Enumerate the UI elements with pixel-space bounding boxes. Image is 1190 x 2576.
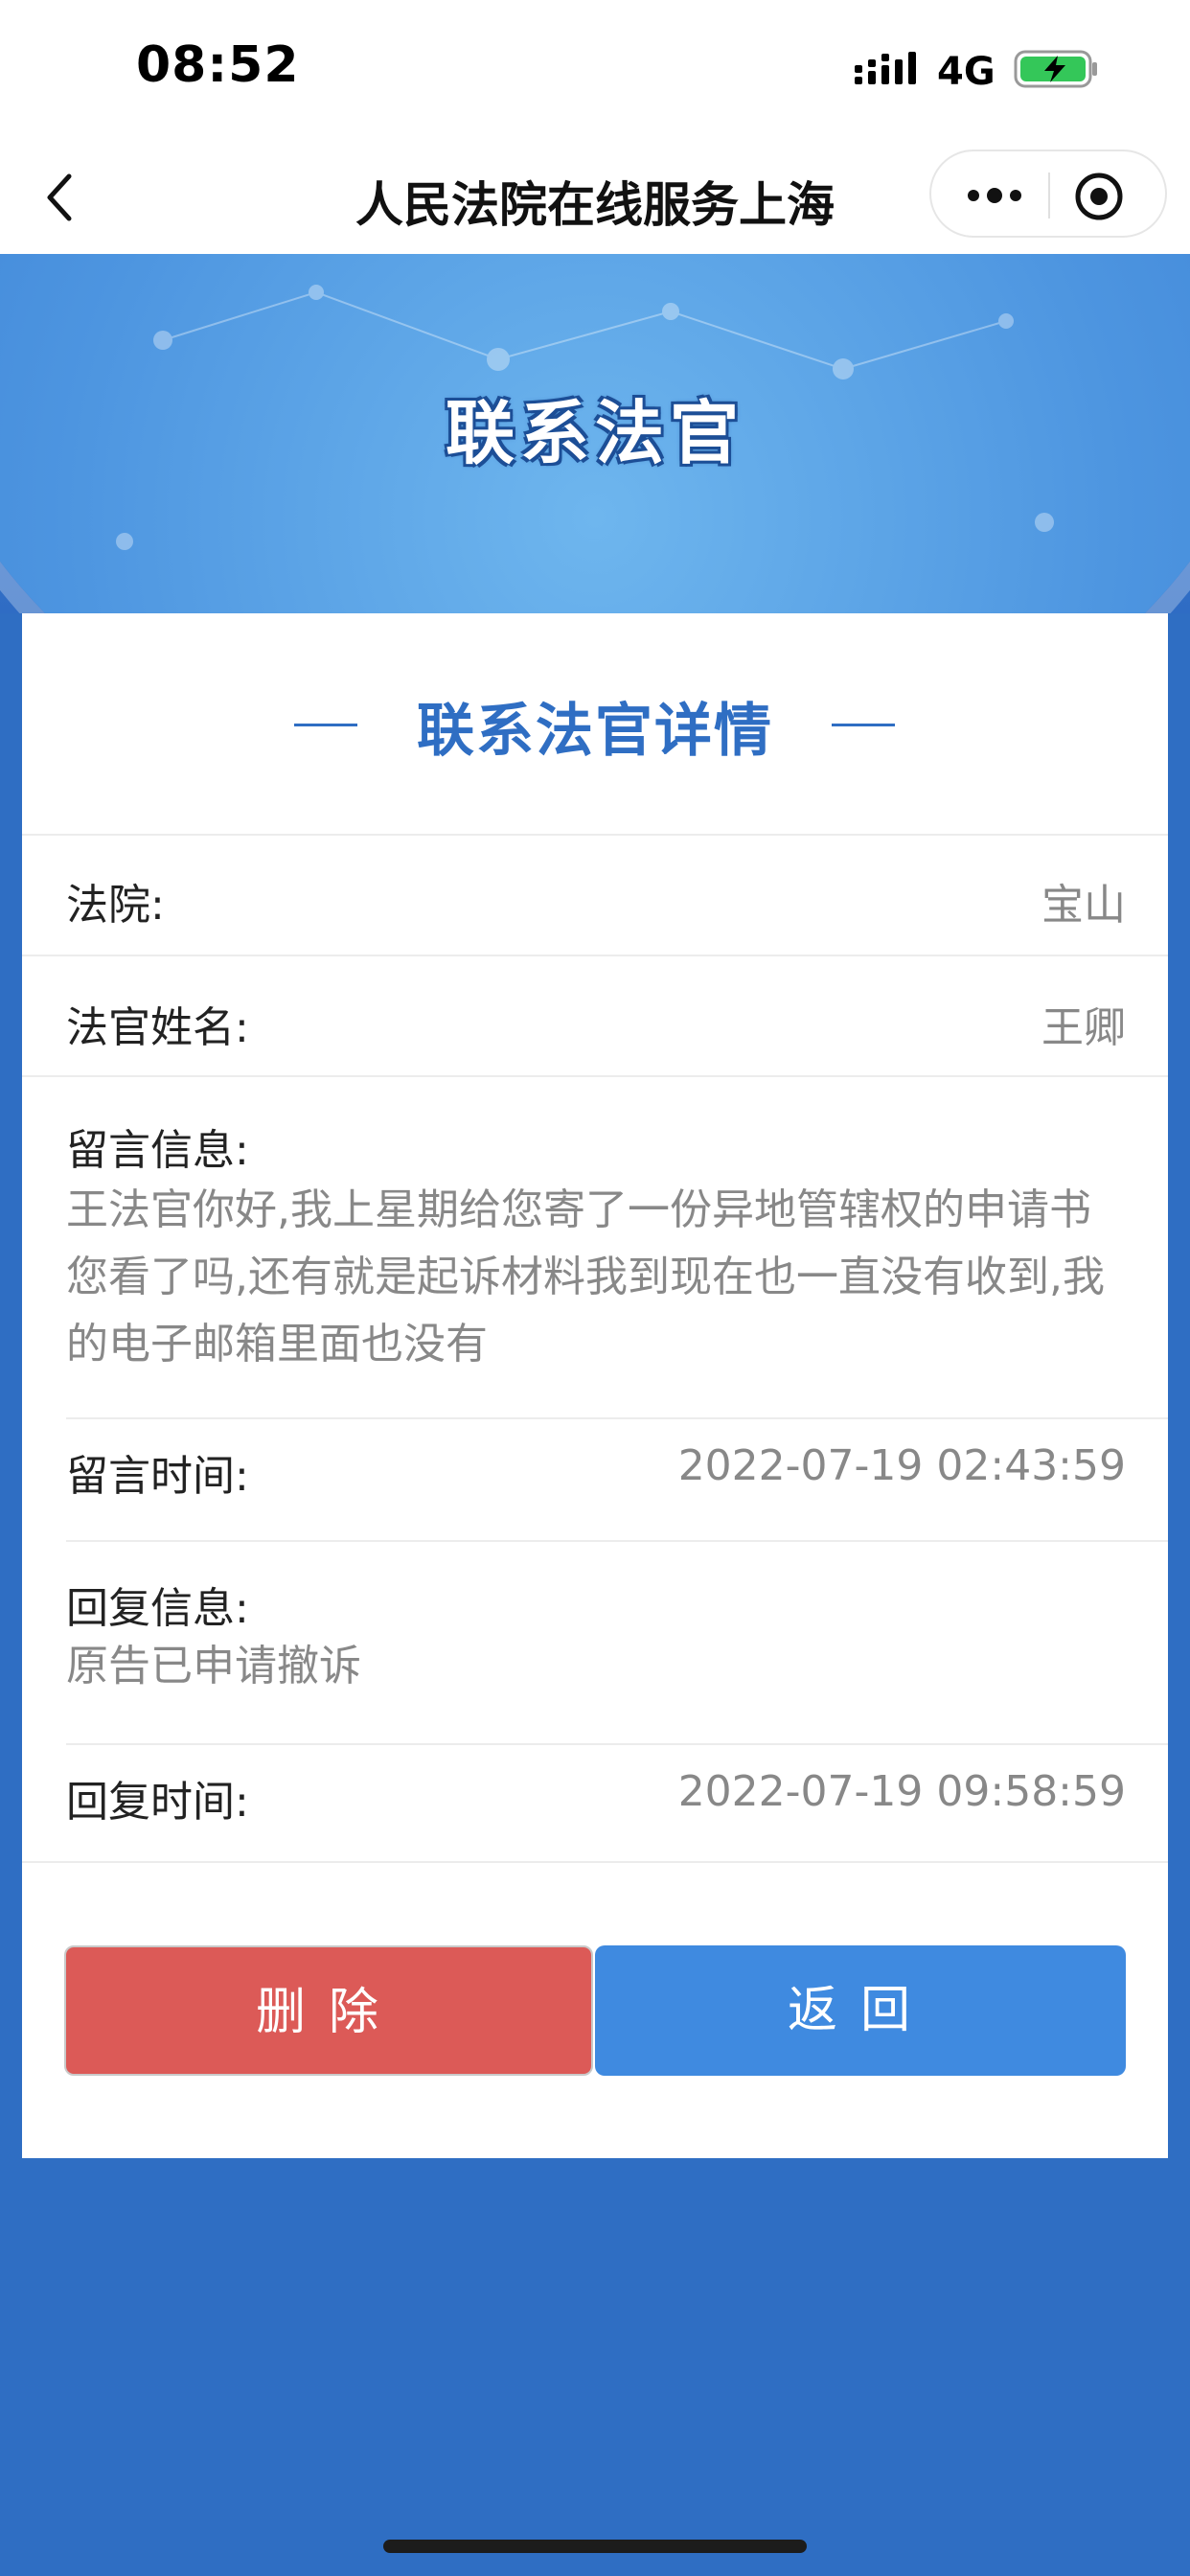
miniprogram-capsule	[929, 150, 1167, 238]
title-decoration-right	[832, 724, 895, 726]
battery-charging-icon	[1014, 50, 1097, 88]
divider	[66, 1417, 1168, 1419]
divider	[66, 1540, 1168, 1542]
card-header: 联系法官详情	[22, 613, 1168, 836]
close-target-icon[interactable]	[1073, 171, 1125, 222]
banner: 联系法官	[0, 254, 1190, 613]
more-dots-icon[interactable]	[964, 176, 1025, 215]
reply-time-label: 回复时间:	[66, 1778, 249, 1827]
judge-value: 王卿	[1041, 1003, 1126, 1052]
judge-label: 法官姓名:	[66, 1003, 249, 1052]
banner-title: 联系法官	[445, 393, 744, 473]
divider	[22, 1861, 1168, 1863]
message-time-label: 留言时间:	[66, 1452, 249, 1501]
back-button[interactable]: 返回	[595, 1945, 1126, 2076]
card-title: 联系法官详情	[417, 698, 773, 765]
message-divider-host: 留言时间: 2022-07-19 02:43:59 回复信息: 原告已申请撤诉 …	[66, 1077, 1168, 2027]
network-type: 4G	[937, 50, 995, 94]
reply-label: 回复信息:	[66, 1584, 249, 1633]
home-indicator[interactable]	[383, 2540, 807, 2553]
court-value: 宝山	[1041, 881, 1126, 930]
court-row: 法院: 宝山	[22, 836, 1168, 956]
nav-bar: 人民法院在线服务上海	[0, 144, 1190, 254]
reply-time-value: 2022-07-19 09:58:59	[677, 1767, 1126, 1816]
signal-icon	[855, 52, 916, 84]
status-bar: 08:52 4G	[0, 0, 1190, 144]
status-time: 08:52	[136, 36, 300, 94]
capsule-divider	[1048, 172, 1050, 218]
message-time-value: 2022-07-19 02:43:59	[677, 1441, 1126, 1490]
divider	[66, 1743, 1168, 1745]
delete-button[interactable]: 删除	[64, 1945, 593, 2076]
judge-row: 法官姓名: 王卿	[22, 956, 1168, 1077]
detail-card: 联系法官详情 法院: 宝山 法官姓名: 王卿 留言信息: 王法官你好,我上星期给…	[22, 613, 1168, 2158]
court-label: 法院:	[66, 881, 165, 930]
reply-text: 原告已申请撤诉	[66, 1642, 361, 1690]
